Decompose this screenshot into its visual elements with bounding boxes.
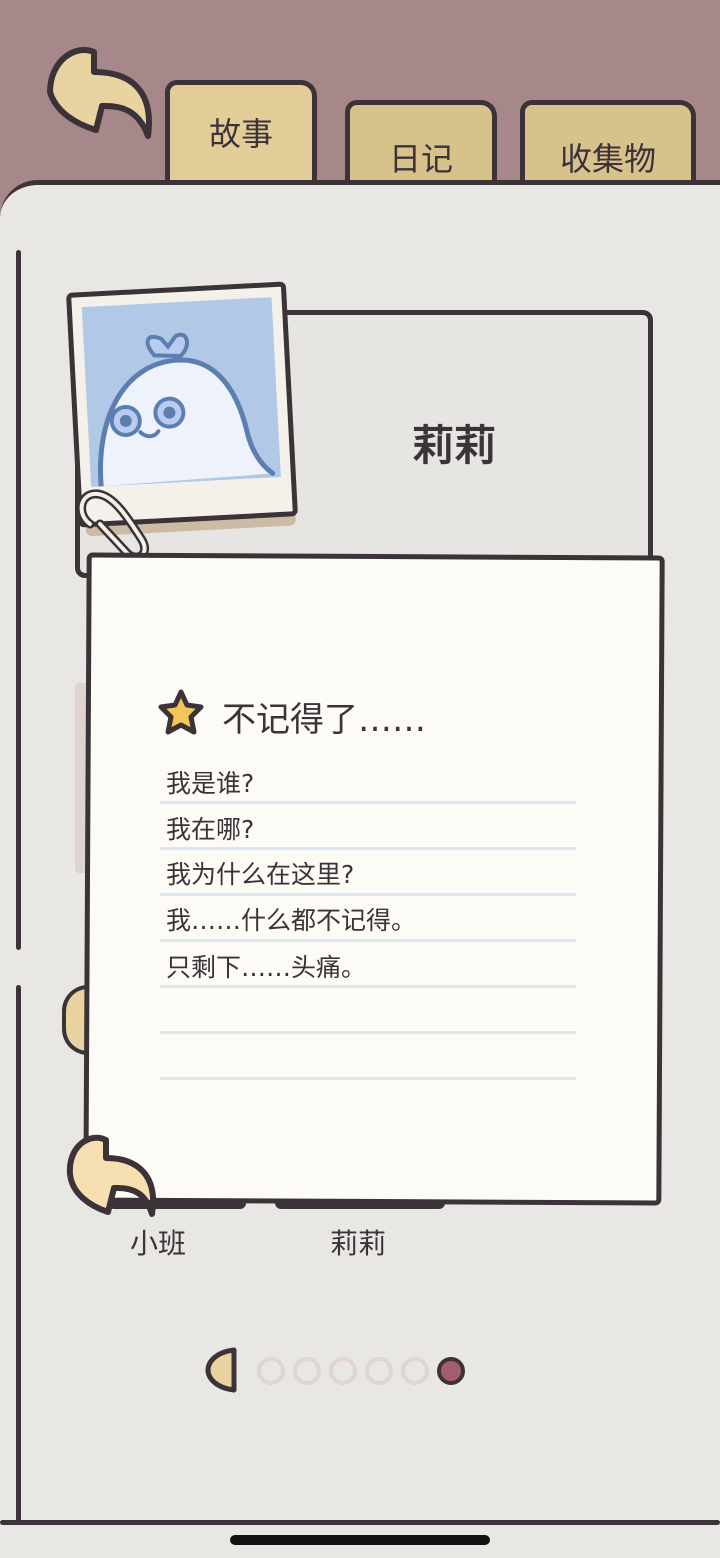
page-dot-active[interactable] — [437, 1357, 465, 1385]
tab-diary[interactable]: 日记 — [345, 100, 497, 190]
book-spine-top — [16, 250, 21, 950]
note-rule — [160, 1031, 576, 1034]
note-rule — [160, 847, 576, 850]
note-line: 我……什么都不记得。 — [166, 906, 417, 935]
close-note-icon[interactable] — [58, 1130, 162, 1224]
note-line: 我在哪? — [166, 815, 255, 844]
list-item-name[interactable]: 小班 — [130, 1222, 186, 1262]
tab-story[interactable]: 故事 — [165, 80, 317, 190]
note-line: 我为什么在这里? — [166, 860, 355, 889]
list-card-edge — [108, 1200, 246, 1209]
note-rule — [160, 893, 576, 896]
ghost-character-icon — [97, 332, 276, 487]
note-heading: 不记得了…… — [222, 700, 426, 740]
star-icon — [158, 689, 204, 735]
tab-diary-label: 日记 — [388, 139, 453, 178]
page-dot[interactable] — [401, 1357, 429, 1385]
note-rule — [160, 1077, 576, 1080]
book-spine-bottom — [16, 985, 21, 1525]
character-name-title: 莉莉 — [412, 421, 497, 470]
note-rule — [160, 939, 576, 942]
list-item-name[interactable]: 莉莉 — [330, 1222, 386, 1262]
tab-story-label: 故事 — [208, 114, 273, 153]
page-dot[interactable] — [365, 1357, 393, 1385]
home-indicator[interactable] — [230, 1535, 490, 1545]
book-bottom-edge — [0, 1520, 720, 1525]
prev-page-icon[interactable] — [204, 1346, 240, 1394]
list-card-edge — [275, 1200, 445, 1209]
page-dot[interactable] — [257, 1357, 285, 1385]
note-rule — [160, 985, 576, 988]
note-line: 只剩下……头痛。 — [166, 953, 367, 982]
note-line: 我是谁? — [166, 769, 255, 798]
page-dot[interactable] — [329, 1357, 357, 1385]
back-arrow-icon[interactable] — [36, 40, 156, 148]
tab-collection[interactable]: 收集物 — [520, 100, 696, 190]
tab-collection-label: 收集物 — [559, 139, 656, 178]
page-dot[interactable] — [293, 1357, 321, 1385]
note-rule — [160, 801, 576, 804]
